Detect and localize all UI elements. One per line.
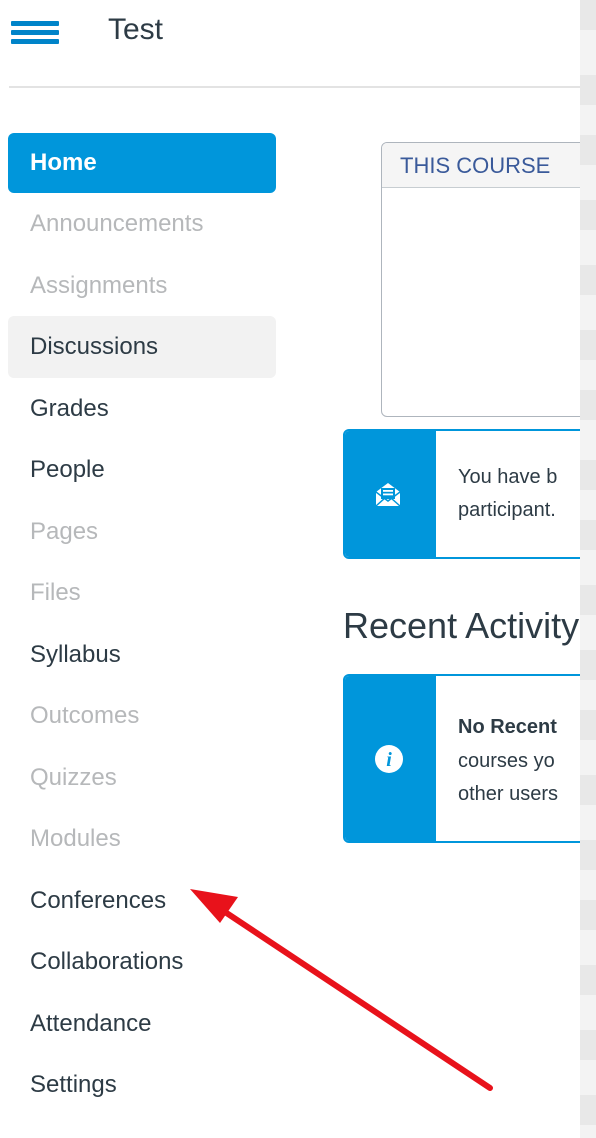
invite-message-line1: You have b (458, 466, 558, 488)
nav-item-home[interactable]: Home (8, 133, 276, 193)
alert-icon-bar (345, 431, 436, 557)
course-info-box: THIS COURSE (381, 142, 580, 417)
header-divider (9, 86, 580, 88)
recent-activity-alert: i No Recent courses yo other users (343, 674, 580, 843)
nav-item-collaborations[interactable]: Collaborations (8, 931, 276, 993)
nav-item-people[interactable]: People (8, 439, 276, 501)
page-viewport: Test Home Announcements Assignments Disc… (0, 0, 580, 1138)
recent-activity-heading: Recent Activity (343, 605, 580, 646)
right-edge-strip (580, 0, 596, 1138)
alert-icon-bar: i (345, 676, 436, 841)
hamburger-menu-icon[interactable] (11, 21, 59, 44)
svg-text:i: i (386, 749, 392, 771)
invite-message-line2: participant. (458, 499, 556, 521)
recent-activity-line3: other users (458, 783, 559, 805)
nav-item-outcomes[interactable]: Outcomes (8, 685, 276, 747)
nav-item-discussions[interactable]: Discussions (8, 316, 276, 378)
recent-activity-line2: courses yo (458, 750, 555, 772)
recent-activity-title: No Recent (458, 716, 557, 738)
info-icon: i (375, 745, 403, 773)
nav-item-assignments[interactable]: Assignments (8, 255, 276, 317)
nav-item-quizzes[interactable]: Quizzes (8, 747, 276, 809)
course-title[interactable]: Test (108, 13, 163, 47)
course-navigation: Home Announcements Assignments Discussio… (8, 133, 276, 1116)
nav-item-files[interactable]: Files (8, 562, 276, 624)
nav-item-settings[interactable]: Settings (8, 1054, 276, 1116)
nav-item-announcements[interactable]: Announcements (8, 193, 276, 255)
nav-item-grades[interactable]: Grades (8, 378, 276, 440)
nav-item-conferences[interactable]: Conferences (8, 870, 276, 932)
nav-item-attendance[interactable]: Attendance (8, 993, 276, 1055)
invite-alert: You have b participant. (343, 429, 580, 559)
course-box-header: THIS COURSE (382, 143, 580, 188)
envelope-icon (375, 483, 401, 507)
nav-item-modules[interactable]: Modules (8, 808, 276, 870)
nav-item-syllabus[interactable]: Syllabus (8, 624, 276, 686)
nav-item-pages[interactable]: Pages (8, 501, 276, 563)
